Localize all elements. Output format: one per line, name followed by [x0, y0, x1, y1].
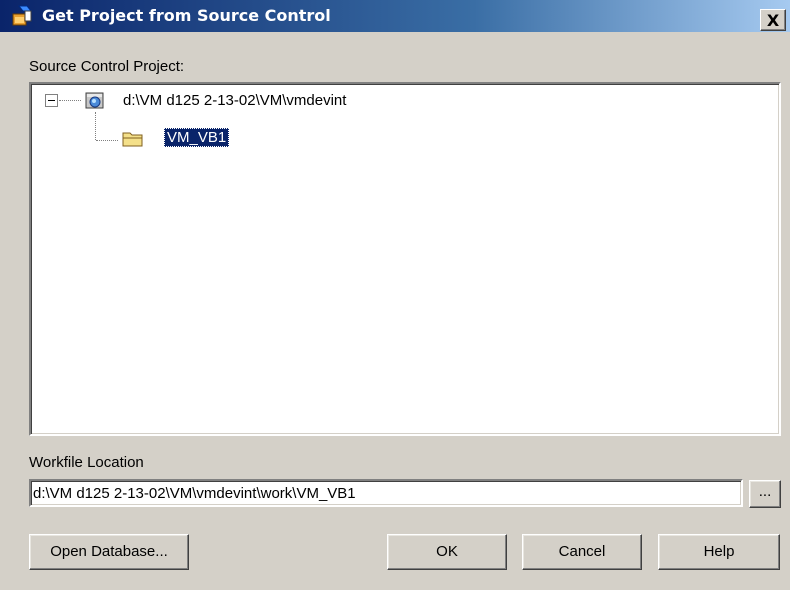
open-database-button[interactable]: Open Database... — [29, 534, 189, 570]
folder-icon — [122, 132, 143, 147]
collapse-toggle-icon[interactable] — [45, 94, 58, 107]
workfile-location-field[interactable] — [29, 479, 743, 507]
tree-connector — [59, 100, 81, 101]
dialog-title: Get Project from Source Control — [42, 6, 331, 25]
tree-node-root[interactable]: d:\VM d125 2-13-02\VM\vmdevint — [123, 92, 346, 109]
source-control-icon — [12, 5, 33, 26]
browse-button[interactable]: ... — [749, 480, 781, 508]
tree-node-vm-vb1[interactable]: VM_VB1 — [164, 128, 230, 147]
source-control-project-label: Source Control Project: — [29, 58, 185, 75]
tree-connector — [95, 112, 96, 140]
database-icon — [85, 92, 104, 109]
cancel-button[interactable]: Cancel — [522, 534, 642, 570]
ok-button[interactable]: OK — [387, 534, 507, 570]
workfile-location-input[interactable] — [33, 483, 733, 503]
help-button[interactable]: Help — [658, 534, 780, 570]
close-button[interactable]: X — [760, 9, 786, 31]
tree-connector — [96, 140, 118, 141]
workfile-location-label: Workfile Location — [29, 454, 144, 471]
title-bar[interactable]: Get Project from Source Control X — [0, 0, 790, 32]
